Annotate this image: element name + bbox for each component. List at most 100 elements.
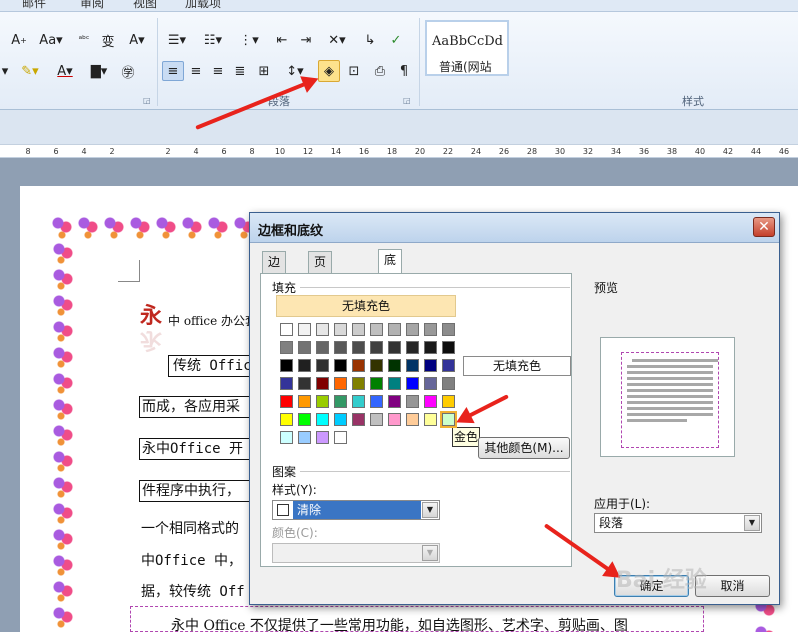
increase-indent-icon[interactable]: ⇥ (296, 30, 316, 50)
tab-page-border[interactable]: 页面边框 (308, 251, 333, 329)
sort-icon[interactable]: ↳ (360, 30, 380, 50)
color-swatch[interactable] (334, 359, 347, 372)
chevron-down-icon[interactable]: ▼ (744, 515, 760, 531)
style-normal-web[interactable]: AaBbCcDd 普通(网站 (425, 20, 509, 76)
color-swatch[interactable] (280, 341, 293, 354)
no-fill-button[interactable]: 无填充色 (276, 295, 456, 317)
justify-icon[interactable]: ≣ (230, 61, 250, 81)
color-swatch[interactable] (406, 323, 419, 336)
apply-to-select[interactable]: 段落 ▼ (594, 513, 762, 533)
char-shading-icon[interactable]: ▇▾ (84, 61, 114, 81)
font-color-icon[interactable]: A▾ (50, 61, 80, 81)
align-right-icon[interactable]: ≡ (208, 61, 228, 81)
show-marks-icon[interactable]: ✓ (386, 30, 406, 50)
color-swatch[interactable] (442, 323, 455, 336)
tab-shading[interactable]: 底纹 (378, 249, 403, 287)
pattern-style-select[interactable]: 清除 ▼ (272, 500, 440, 520)
font-dropdown-icon[interactable]: ▾ (0, 61, 10, 81)
phonetic-icon[interactable]: 变 (98, 30, 118, 50)
tab-borders[interactable]: 边框 (262, 251, 287, 289)
color-swatch[interactable] (406, 395, 419, 408)
color-swatch[interactable] (424, 377, 437, 390)
color-swatch[interactable] (424, 395, 437, 408)
numbering-icon[interactable]: ☷▾ (198, 30, 228, 50)
asian-layout-icon[interactable]: ⎙ (370, 61, 390, 81)
color-swatch[interactable] (370, 341, 383, 354)
color-swatch[interactable] (298, 431, 311, 444)
color-swatch[interactable] (442, 395, 455, 408)
color-swatch[interactable] (280, 413, 293, 426)
color-swatch[interactable] (388, 395, 401, 408)
color-swatch[interactable] (406, 341, 419, 354)
bullets-icon[interactable]: ☰▾ (162, 30, 192, 50)
color-swatch[interactable] (388, 341, 401, 354)
menu-view[interactable]: 视图 (133, 0, 157, 11)
color-swatch[interactable] (316, 377, 329, 390)
color-swatch[interactable] (424, 413, 437, 426)
color-swatch[interactable] (316, 359, 329, 372)
color-swatch[interactable] (406, 377, 419, 390)
color-swatch[interactable] (370, 377, 383, 390)
color-swatch[interactable] (316, 341, 329, 354)
horizontal-ruler[interactable]: 8 6 4 2 2 4 6 8 10 12 14 16 18 20 22 24 26 28 30 32 34 36 38 40… (0, 144, 798, 158)
color-swatch[interactable] (316, 431, 329, 444)
chinese-layout-icon[interactable]: ✕▾ (322, 30, 352, 50)
color-swatch[interactable] (298, 377, 311, 390)
color-swatch[interactable] (334, 377, 347, 390)
highlight-icon[interactable]: ✎▾ (14, 61, 46, 81)
multilevel-list-icon[interactable]: ⋮▾ (234, 30, 264, 50)
color-swatch[interactable] (280, 431, 293, 444)
color-swatch[interactable] (280, 359, 293, 372)
color-swatch[interactable] (406, 413, 419, 426)
color-swatch[interactable] (352, 323, 365, 336)
color-swatch[interactable] (298, 413, 311, 426)
color-swatch[interactable] (352, 395, 365, 408)
color-swatch[interactable] (298, 323, 311, 336)
color-swatch[interactable] (424, 323, 437, 336)
color-swatch[interactable] (352, 377, 365, 390)
char-border-icon[interactable]: A▾ (122, 30, 152, 50)
color-swatch[interactable] (370, 323, 383, 336)
enclose-char-icon[interactable]: ㊫ (118, 61, 138, 81)
color-swatch[interactable] (370, 395, 383, 408)
color-swatch[interactable] (442, 377, 455, 390)
color-swatch[interactable] (334, 431, 347, 444)
dialog-titlebar[interactable]: 边框和底纹 ✕ (250, 213, 779, 243)
color-swatch[interactable] (424, 359, 437, 372)
color-swatch[interactable] (298, 359, 311, 372)
color-swatch[interactable] (334, 323, 347, 336)
color-swatch[interactable] (424, 341, 437, 354)
color-swatch[interactable] (298, 341, 311, 354)
align-center-icon[interactable]: ≡ (186, 61, 206, 81)
color-swatch[interactable] (406, 359, 419, 372)
menu-review[interactable]: 审阅 (80, 0, 104, 11)
color-swatch[interactable] (280, 323, 293, 336)
pilcrow-icon[interactable]: ¶ (394, 61, 414, 81)
paragraph-dialog-launcher-icon[interactable]: ◲ (403, 96, 411, 105)
grow-font-icon[interactable]: A + (8, 30, 30, 50)
color-swatch[interactable] (388, 413, 401, 426)
color-swatch[interactable] (316, 395, 329, 408)
menu-addins[interactable]: 加载项 (185, 0, 221, 11)
color-swatch[interactable] (388, 359, 401, 372)
decrease-indent-icon[interactable]: ⇤ (272, 30, 292, 50)
font-dialog-launcher-icon[interactable]: ◲ (143, 96, 151, 105)
color-swatch[interactable] (370, 359, 383, 372)
change-case-icon[interactable]: Aa▾ (36, 30, 66, 50)
borders-icon[interactable]: ⊡ (344, 61, 364, 81)
color-swatch[interactable] (280, 377, 293, 390)
color-swatch[interactable] (334, 413, 347, 426)
close-icon[interactable]: ✕ (753, 217, 775, 237)
more-colors-button[interactable]: 其他颜色(M)... (478, 437, 570, 459)
align-left-icon[interactable]: ≡ (162, 61, 184, 81)
menu-mail[interactable]: 邮件 (22, 0, 46, 11)
chevron-down-icon[interactable]: ▼ (422, 502, 438, 518)
color-swatch[interactable] (352, 359, 365, 372)
color-swatch[interactable] (352, 341, 365, 354)
color-swatch[interactable] (334, 341, 347, 354)
color-swatch[interactable] (298, 395, 311, 408)
distributed-icon[interactable]: ⊞ (254, 61, 274, 81)
color-swatch[interactable] (316, 323, 329, 336)
color-swatch[interactable] (280, 395, 293, 408)
color-swatch[interactable] (442, 341, 455, 354)
